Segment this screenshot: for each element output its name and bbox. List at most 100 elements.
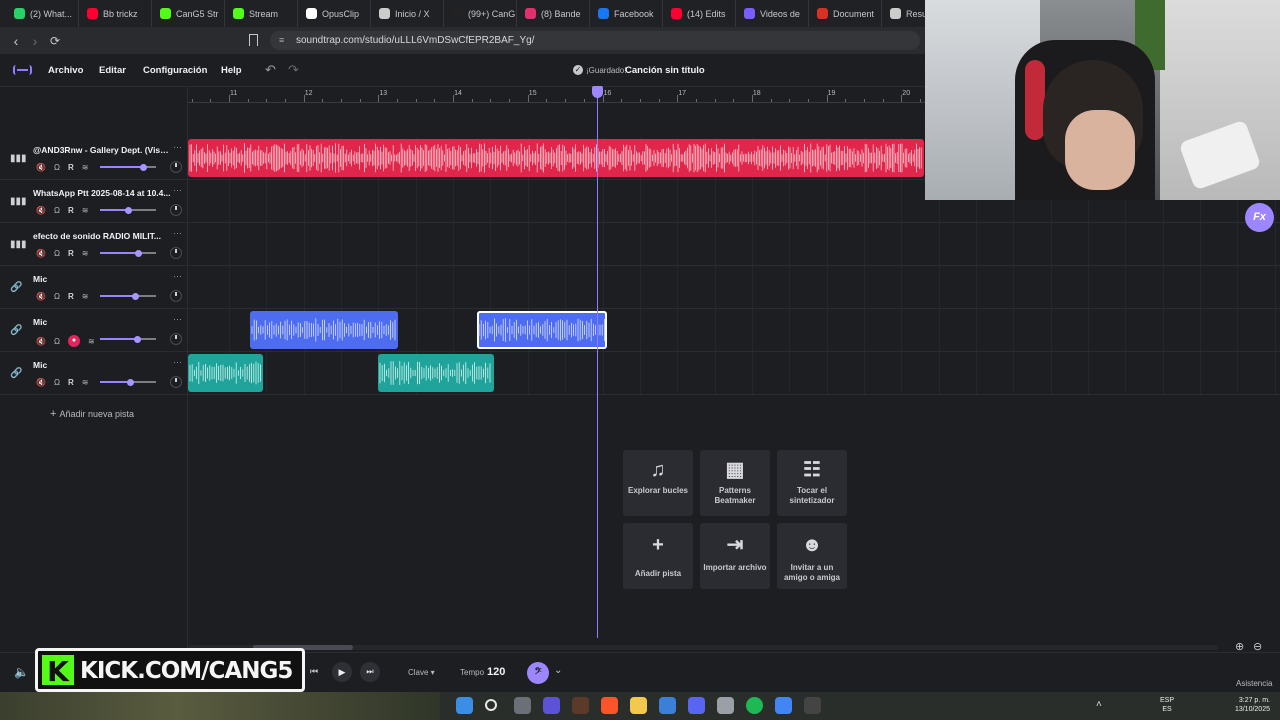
track-name[interactable]: efecto de sonido RADIO MILIT...: [33, 231, 171, 241]
volume-knob[interactable]: [139, 163, 147, 171]
forward-icon[interactable]: ›: [25, 31, 45, 51]
track-header[interactable]: ▮▮▮ @AND3Rnw - Gallery Dept. (Visu... ··· 🔇…: [0, 137, 187, 180]
track-menu-icon[interactable]: ···: [173, 271, 182, 281]
track-menu-icon[interactable]: ···: [173, 357, 182, 367]
discord-icon[interactable]: [688, 697, 705, 714]
url-field[interactable]: ≡ soundtrap.com/studio/uLLL6VmDSwCfEPR2B…: [270, 31, 920, 50]
spotify-icon[interactable]: [746, 697, 763, 714]
track-lane[interactable]: [188, 266, 1280, 309]
audio-clip[interactable]: [250, 311, 398, 349]
obs-icon[interactable]: [572, 697, 589, 714]
volume-knob[interactable]: [127, 378, 135, 386]
volume-knob[interactable]: [134, 335, 142, 343]
reload-icon[interactable]: ⟳: [45, 31, 65, 51]
pan-knob[interactable]: [170, 204, 182, 216]
fx-button[interactable]: Fx: [1245, 203, 1274, 232]
site-settings-icon[interactable]: ≡: [279, 31, 284, 50]
app-icon-2[interactable]: [804, 697, 821, 714]
audio-clip[interactable]: [188, 354, 263, 392]
track-lane[interactable]: [188, 352, 1280, 395]
track-header[interactable]: ▮▮▮ WhatsApp Ptt 2025-08-14 at 10.4... ···…: [0, 180, 187, 223]
volume-slider[interactable]: [100, 249, 156, 257]
automation-icon[interactable]: ≋: [82, 292, 89, 301]
track-menu-icon[interactable]: ···: [173, 142, 182, 152]
audio-clip-selected[interactable]: [477, 311, 607, 349]
song-title[interactable]: Canción sin título: [625, 65, 705, 76]
quick-action-tile[interactable]: ▦ Patterns Beatmaker: [700, 450, 770, 516]
pan-knob[interactable]: [170, 290, 182, 302]
browser-tab[interactable]: OpusClip: [298, 0, 371, 27]
pan-knob[interactable]: [170, 247, 182, 259]
browser-tab[interactable]: Stream: [225, 0, 298, 27]
mute-icon[interactable]: 🔇: [36, 163, 46, 172]
track-name[interactable]: @AND3Rnw - Gallery Dept. (Visu...: [33, 145, 171, 155]
quick-action-tile[interactable]: ⇥ Importar archivo: [700, 523, 770, 589]
chrome-icon[interactable]: [775, 697, 792, 714]
record-arm-button[interactable]: R: [68, 163, 74, 172]
track-header[interactable]: ▮▮▮ efecto de sonido RADIO MILIT... ··· 🔇 Ω R…: [0, 223, 187, 266]
solo-headphones-icon[interactable]: Ω: [54, 163, 60, 172]
browser-tab[interactable]: Bb trickz: [79, 0, 152, 27]
task-view-icon[interactable]: [514, 697, 531, 714]
audio-clip[interactable]: [378, 354, 494, 392]
record-arm-button[interactable]: R: [68, 206, 74, 215]
search-icon[interactable]: [485, 699, 497, 711]
automation-icon[interactable]: ≋: [82, 206, 89, 215]
menu-editar[interactable]: Editar: [99, 65, 126, 76]
browser-tab[interactable]: (8) Bande: [517, 0, 590, 27]
windows-start-icon[interactable]: [456, 697, 473, 714]
volume-slider[interactable]: [100, 292, 156, 300]
track-menu-icon[interactable]: ···: [173, 314, 182, 324]
quick-action-tile[interactable]: ☷ Tocar el sintetizador: [777, 450, 847, 516]
volume-slider[interactable]: [100, 378, 156, 386]
solo-headphones-icon[interactable]: Ω: [54, 292, 60, 301]
language-indicator[interactable]: ESP ES: [1160, 696, 1174, 714]
volume-slider[interactable]: [100, 163, 156, 171]
quick-action-tile[interactable]: + Añadir pista: [623, 523, 693, 589]
browser-tab[interactable]: Facebook: [590, 0, 663, 27]
menu-help[interactable]: Help: [221, 65, 242, 76]
play-button[interactable]: ▶: [332, 662, 352, 682]
mute-icon[interactable]: 🔇: [36, 337, 46, 346]
automation-icon[interactable]: ≋: [82, 249, 89, 258]
browser-tab[interactable]: Videos de: [736, 0, 809, 27]
record-arm-button[interactable]: R: [68, 292, 74, 301]
metronome-button[interactable]: 𝄢: [527, 662, 549, 684]
browser-tab[interactable]: (2) What...: [6, 0, 79, 27]
volume-knob[interactable]: [131, 292, 139, 300]
volume-slider[interactable]: [100, 335, 156, 343]
track-menu-icon[interactable]: ···: [173, 185, 182, 195]
app-icon[interactable]: [717, 697, 734, 714]
track-name[interactable]: Mic: [33, 317, 171, 327]
mute-icon[interactable]: 🔇: [36, 249, 46, 258]
chevron-down-icon[interactable]: ⌄: [554, 665, 562, 676]
undo-icon[interactable]: ↶: [265, 62, 276, 78]
quick-action-tile[interactable]: ☻ Invitar a un amigo o amiga: [777, 523, 847, 589]
record-arm-button[interactable]: R: [68, 249, 74, 258]
automation-icon[interactable]: ≋: [82, 163, 89, 172]
browser-tab[interactable]: Inicio / X: [371, 0, 444, 27]
browser-tab[interactable]: (99+) CanG: [444, 0, 517, 27]
mute-icon[interactable]: 🔇: [36, 292, 46, 301]
tempo-value[interactable]: 120: [487, 666, 505, 678]
browser-tab[interactable]: Document: [809, 0, 882, 27]
key-selector[interactable]: Clave ▾: [408, 668, 435, 677]
playhead-handle[interactable]: [592, 86, 603, 98]
audio-clip[interactable]: [188, 139, 924, 177]
store-icon[interactable]: [659, 697, 676, 714]
solo-headphones-icon[interactable]: Ω: [54, 249, 60, 258]
assistance-link[interactable]: Asistencia: [1236, 679, 1272, 688]
track-name[interactable]: Mic: [33, 274, 171, 284]
volume-knob[interactable]: [134, 249, 142, 257]
track-name[interactable]: WhatsApp Ptt 2025-08-14 at 10.4...: [33, 188, 171, 198]
add-track-button[interactable]: + Añadir nueva pista: [50, 408, 134, 420]
menu-archivo[interactable]: Archivo: [48, 65, 83, 76]
browser-tab[interactable]: (14) Edits: [663, 0, 736, 27]
solo-headphones-icon[interactable]: Ω: [54, 337, 60, 346]
tray-chevron-icon[interactable]: ˄: [1096, 699, 1102, 710]
automation-icon[interactable]: ≋: [82, 378, 89, 387]
volume-slider[interactable]: [100, 206, 156, 214]
brave-icon[interactable]: [601, 697, 618, 714]
track-header[interactable]: 🔗 Mic ··· 🔇 Ω R ≋: [0, 352, 187, 395]
solo-headphones-icon[interactable]: Ω: [54, 206, 60, 215]
